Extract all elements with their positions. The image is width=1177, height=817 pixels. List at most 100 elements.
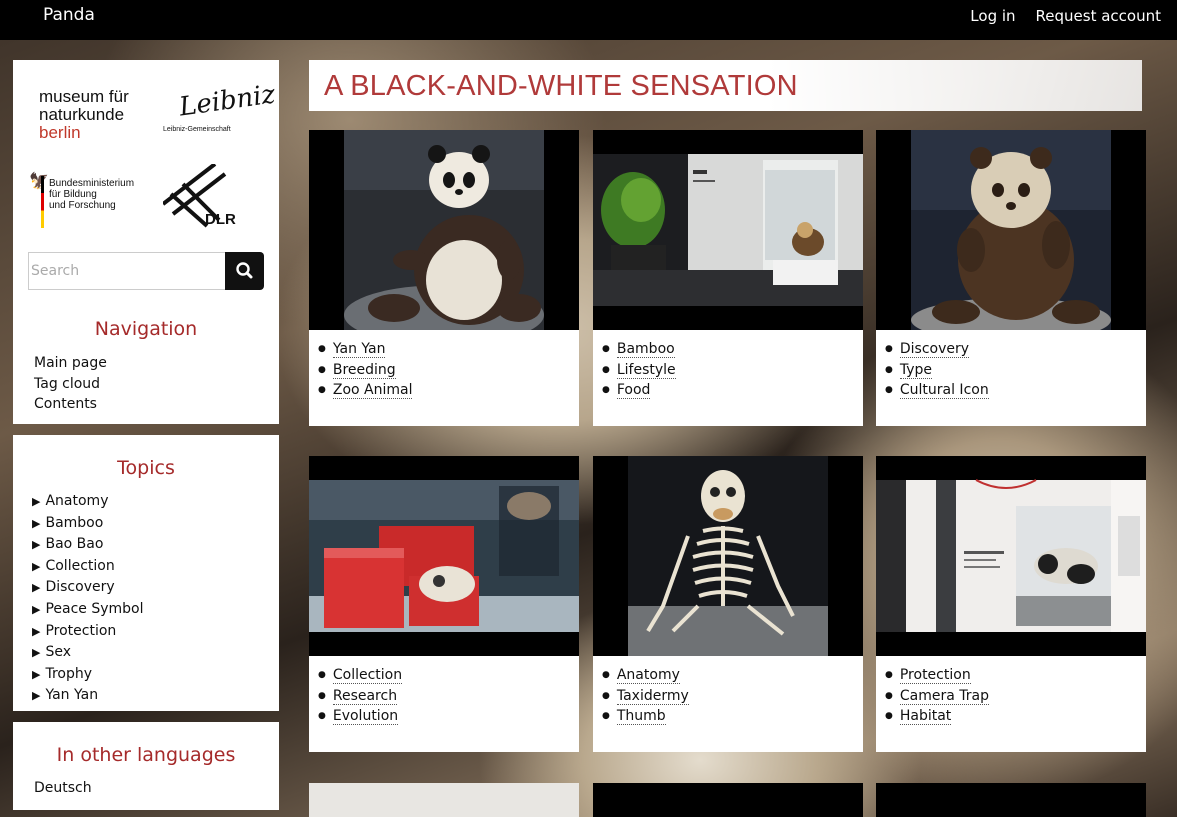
museum-logo[interactable]: museum für naturkunde berlin — [39, 88, 129, 142]
triangle-right-icon: ▶ — [32, 624, 41, 638]
language-link-deutsch[interactable]: Deutsch — [34, 780, 92, 796]
tag-link[interactable]: Evolution — [332, 708, 399, 726]
gallery-card: Protection Camera Trap Habitat — [876, 456, 1146, 752]
list-item: Cultural Icon — [885, 380, 989, 401]
search-button[interactable] — [225, 252, 264, 290]
list-item: Breeding — [318, 360, 412, 381]
nav-item-main-page[interactable]: Main page — [34, 353, 107, 374]
tag-link[interactable]: Habitat — [899, 708, 952, 726]
gallery-card-partial[interactable] — [876, 783, 1146, 817]
card-tag-list: Bamboo Lifestyle Food — [602, 339, 676, 401]
list-item: Zoo Animal — [318, 380, 413, 401]
leibniz-logo[interactable]: Leibniz Leibniz-Gemeinschaft — [163, 79, 277, 150]
topic-item[interactable]: ▶ Collection — [32, 556, 144, 578]
dlr-emblem-icon: DLR — [161, 162, 236, 228]
search-input[interactable] — [28, 252, 226, 290]
tag-link[interactable]: Lifestyle — [616, 361, 676, 379]
tag-link[interactable]: Bamboo — [616, 341, 675, 358]
tag-link[interactable]: Food — [616, 382, 651, 400]
svg-text:DLR: DLR — [205, 211, 236, 228]
list-item: Bamboo — [602, 339, 676, 360]
card-tag-list: Collection Research Evolution — [318, 665, 403, 727]
list-item: Anatomy — [602, 665, 689, 686]
site-brand[interactable]: Panda — [43, 5, 95, 25]
gallery-card: Bamboo Lifestyle Food — [593, 130, 863, 426]
list-item: Protection — [885, 665, 989, 686]
german-flag-icon — [41, 176, 44, 228]
triangle-right-icon: ▶ — [32, 646, 41, 660]
card-tag-list: Anatomy Taxidermy Thumb — [602, 665, 689, 727]
request-account-link[interactable]: Request account — [1036, 7, 1161, 25]
triangle-right-icon: ▶ — [32, 516, 41, 530]
gallery-card-partial[interactable] — [593, 783, 863, 817]
list-item: Type — [885, 360, 989, 381]
triangle-right-icon: ▶ — [32, 495, 41, 508]
nav-item-tag-cloud[interactable]: Tag cloud — [34, 374, 107, 395]
topic-item[interactable]: ▶ Trophy — [32, 664, 144, 686]
gallery-card: Collection Research Evolution — [309, 456, 579, 752]
card-tag-list: Yan Yan Breeding Zoo Animal — [318, 339, 413, 401]
triangle-right-icon: ▶ — [32, 581, 41, 595]
list-item: Camera Trap — [885, 686, 989, 707]
card-tag-list: Protection Camera Trap Habitat — [885, 665, 989, 727]
card-image[interactable] — [309, 456, 579, 656]
page-title: A BLACK-AND-WHITE SENSATION — [324, 70, 798, 102]
languages-heading: In other languages — [56, 744, 236, 766]
tag-link[interactable]: Type — [899, 361, 933, 379]
tag-link[interactable]: Discovery — [899, 341, 970, 358]
list-item: Yan Yan — [318, 339, 412, 360]
bmbf-logo[interactable]: 🦅 Bundesministerium für Bildung und Fors… — [29, 174, 153, 230]
card-tag-list: Discovery Type Cultural Icon — [885, 339, 989, 401]
tag-link[interactable]: Anatomy — [616, 667, 680, 684]
card-image[interactable] — [876, 130, 1146, 330]
navigation-heading: Navigation — [94, 318, 198, 340]
tag-link[interactable]: Yan Yan — [332, 341, 386, 358]
topic-item[interactable]: ▶ Discovery — [32, 577, 144, 599]
tag-link[interactable]: Research — [332, 687, 398, 705]
list-item: Habitat — [885, 706, 989, 727]
login-link[interactable]: Log in — [970, 7, 1015, 25]
page-title-banner: A BLACK-AND-WHITE SENSATION — [309, 60, 1142, 111]
card-image[interactable] — [309, 130, 579, 330]
topic-item[interactable]: ▶ Yan Yan — [32, 685, 144, 707]
topic-item[interactable]: ▶ Sex — [32, 642, 144, 664]
gallery-card: Anatomy Taxidermy Thumb — [593, 456, 863, 752]
tag-link[interactable]: Breeding — [332, 361, 396, 379]
top-bar: Panda Log in Request account — [0, 0, 1177, 40]
tag-link[interactable]: Taxidermy — [616, 687, 689, 705]
nav-item-contents[interactable]: Contents — [34, 394, 107, 415]
card-image[interactable] — [876, 456, 1146, 656]
topic-item[interactable]: ▶ Bao Bao — [32, 534, 144, 556]
list-item: Evolution — [318, 706, 402, 727]
topic-item[interactable]: ▶ Bamboo — [32, 513, 144, 535]
gallery-card-partial[interactable] — [309, 783, 579, 817]
eagle-icon: 🦅 — [29, 173, 49, 190]
card-image[interactable] — [593, 130, 863, 330]
list-item: Thumb — [602, 706, 689, 727]
sidebar-logos-panel: museum für naturkunde berlin Leibniz Lei… — [13, 60, 279, 424]
tag-link[interactable]: Zoo Animal — [332, 382, 413, 400]
topic-item[interactable]: ▶ Peace Symbol — [32, 599, 144, 621]
tag-link[interactable]: Thumb — [616, 708, 666, 726]
top-links: Log in Request account — [970, 7, 1161, 25]
tag-link[interactable]: Collection — [332, 667, 403, 684]
sidebar-topics-panel: Topics ▶ Anatomy ▶ Bamboo ▶ Bao Bao ▶ Collec… — [13, 435, 279, 711]
search-icon — [236, 262, 253, 279]
tag-link[interactable]: Cultural Icon — [899, 382, 989, 400]
tag-link[interactable]: Protection — [899, 667, 971, 684]
topic-item[interactable]: ▶ Anatomy — [32, 491, 144, 513]
list-item: Food — [602, 380, 676, 401]
topics-list: ▶ Anatomy ▶ Bamboo ▶ Bao Bao ▶ Collection ▶ D… — [32, 491, 144, 707]
navigation-list: Main page Tag cloud Contents — [34, 353, 107, 415]
dlr-logo[interactable]: DLR — [161, 162, 243, 228]
search-form — [28, 252, 264, 290]
list-item: Lifestyle — [602, 360, 676, 381]
list-item: Discovery — [885, 339, 989, 360]
card-image[interactable] — [593, 456, 863, 656]
topic-item[interactable]: ▶ Protection — [32, 621, 144, 643]
gallery-card: Yan Yan Breeding Zoo Animal — [309, 130, 579, 426]
list-item: Collection — [318, 665, 403, 686]
triangle-right-icon: ▶ — [32, 667, 41, 681]
tag-link[interactable]: Camera Trap — [899, 687, 989, 705]
list-item: Taxidermy — [602, 686, 689, 707]
